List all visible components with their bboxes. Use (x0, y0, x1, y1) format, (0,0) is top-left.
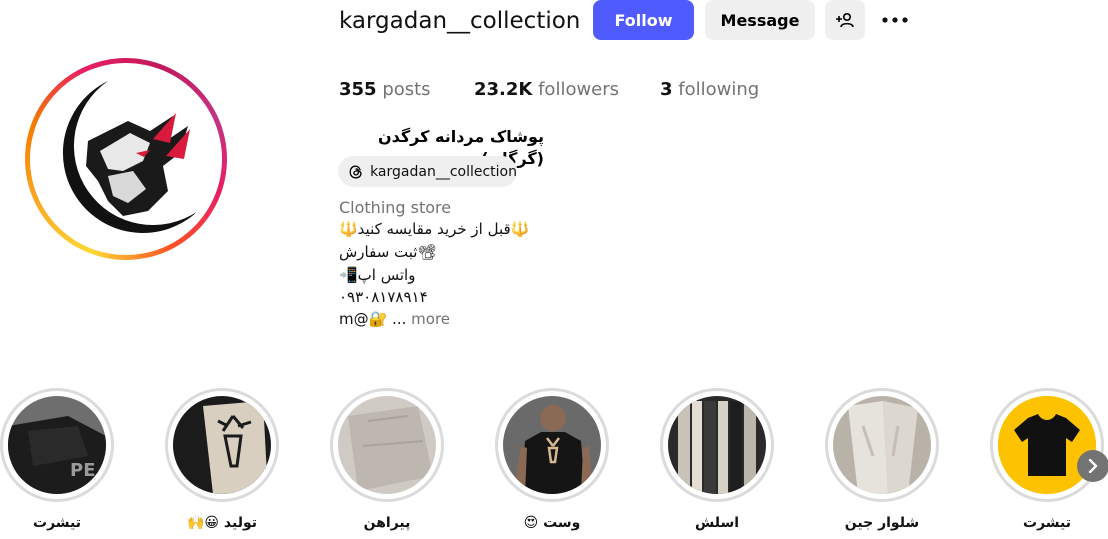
highlight-item[interactable] (330, 388, 444, 502)
bio-line-3: واتس اپ📲 (339, 266, 416, 284)
highlight-label: تیشرت (33, 515, 81, 531)
rhino-logo-avatar[interactable] (38, 71, 214, 247)
chevron-right-icon (1088, 459, 1098, 473)
followers-label: followers (538, 79, 620, 100)
threads-link[interactable]: kargadan__collection (338, 156, 517, 187)
following-value: 3 (660, 79, 673, 100)
highlight-item[interactable] (825, 388, 939, 502)
tshirt-icon (998, 396, 1096, 494)
highlight-label: وست 😍 (523, 515, 581, 531)
profile-category: Clothing store (339, 198, 452, 217)
more-dots-icon (882, 17, 908, 23)
highlights-next-button[interactable] (1077, 450, 1108, 482)
profile-avatar-ring[interactable] (25, 58, 227, 260)
followers-value: 23.2K (474, 79, 533, 100)
avatar-border (30, 63, 222, 255)
highlight-label: شلوار جین (844, 515, 920, 531)
svg-text:PE: PE (70, 460, 96, 481)
highlight-cover-black-tshirt: PE (8, 396, 106, 494)
light-jeans-icon (833, 396, 931, 494)
suggested-accounts-button[interactable] (825, 0, 865, 40)
message-button[interactable]: Message (705, 0, 815, 40)
highlight-item[interactable]: PE (0, 388, 114, 502)
highlight-cover-vest (503, 396, 601, 494)
rhino-logo-icon (38, 71, 214, 247)
black-tshirt-closeup-icon: PE (8, 396, 106, 494)
highlight-item[interactable] (660, 388, 774, 502)
profile-username: kargadan__collection (339, 8, 581, 34)
follow-button[interactable]: Follow (593, 0, 694, 40)
highlight-cover-tshirt-yellow (998, 396, 1096, 494)
highlight-item[interactable] (495, 388, 609, 502)
bio-phone-number: ۰۹۳۰۸۱۷۸۹۱۴ (339, 288, 428, 306)
options-button[interactable] (874, 0, 916, 40)
highlight-item[interactable] (990, 388, 1104, 502)
followers-link[interactable]: 23.2K followers (474, 78, 619, 102)
highlight-label: تولید 😀🙌 (187, 515, 257, 531)
highlight-cover-grey-shirt (338, 396, 436, 494)
posts-count: 355 posts (339, 78, 431, 102)
highlight-label: اسلش (694, 515, 740, 531)
deer-print-shirt-icon (173, 396, 271, 494)
highlight-cover-pants-rack (668, 396, 766, 494)
highlight-label: پیراهن (363, 515, 411, 531)
bio-truncated-text: m@🔐 ... (339, 310, 407, 328)
grey-shirt-icon (338, 396, 436, 494)
bio-last-line: m@🔐 ... more (339, 308, 450, 330)
pants-rack-icon (668, 396, 766, 494)
threads-icon (349, 165, 362, 178)
man-black-vest-icon (503, 396, 601, 494)
highlight-cover-deer-print (173, 396, 271, 494)
highlight-item[interactable] (165, 388, 279, 502)
threads-handle: kargadan__collection (370, 163, 517, 180)
following-label: following (678, 79, 760, 100)
highlight-label: تیشرت (1023, 515, 1071, 531)
following-link[interactable]: 3 following (660, 78, 759, 102)
highlight-cover-jeans (833, 396, 931, 494)
bio-line-1: 🔱قبل از خرید مقایسه کنید🔱 (339, 220, 530, 238)
posts-label: posts (382, 79, 431, 100)
bio-line-2: 📽ثبت سفارش (339, 243, 437, 261)
bio-more-link[interactable]: more (411, 310, 450, 328)
add-person-icon (836, 12, 854, 28)
posts-value: 355 (339, 79, 377, 100)
